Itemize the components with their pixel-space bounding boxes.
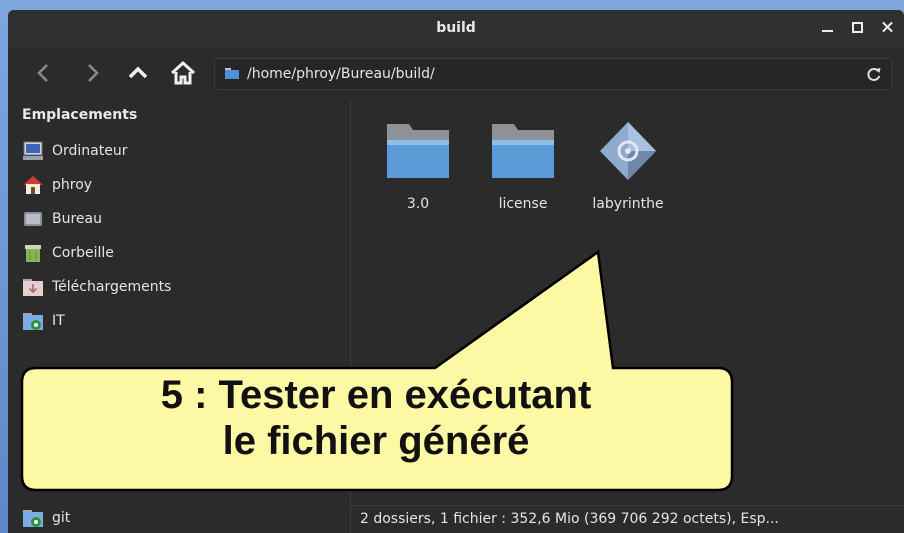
- sidebar-item-bureau[interactable]: Bureau: [22, 204, 102, 234]
- trash-icon: [25, 245, 41, 262]
- close-button[interactable]: [880, 19, 894, 35]
- title-bar[interactable]: build: [8, 10, 904, 48]
- sidebar-item-label: Bureau: [52, 211, 102, 227]
- computer-icon: [23, 141, 43, 160]
- folder-icon: [225, 68, 239, 79]
- address-path[interactable]: /home/phroy/Bureau/build/: [247, 66, 435, 82]
- sidebar-item-git[interactable]: git: [22, 503, 70, 533]
- chevron-right-icon: [88, 64, 99, 82]
- maximize-button[interactable]: [850, 19, 864, 35]
- sidebar-item-label: Ordinateur: [52, 143, 128, 159]
- home-folder-icon: [23, 176, 43, 194]
- status-bar: 2 dossiers, 1 fichier : 352,6 Mio (369 7…: [351, 505, 904, 533]
- sidebar-item-label: Corbeille: [52, 245, 114, 261]
- callout-text: 5 : Tester en exécutant le fichier génér…: [20, 372, 732, 464]
- reload-icon[interactable]: [865, 65, 883, 83]
- home-button[interactable]: [168, 58, 198, 88]
- sidebar-item-ordinateur[interactable]: Ordinateur: [22, 136, 128, 166]
- sidebar-item-phroy[interactable]: phroy: [22, 170, 92, 200]
- sidebar-item-corbeille[interactable]: Corbeille: [22, 238, 114, 268]
- status-text: 2 dossiers, 1 fichier : 352,6 Mio (369 7…: [360, 511, 779, 527]
- file-view: 3.0 license labyrinthe: [351, 100, 904, 533]
- callout-line-2: le fichier généré: [222, 419, 530, 463]
- executable-icon: [600, 122, 656, 180]
- file-name: labyrinthe: [592, 196, 664, 212]
- sidebar-item-label: Téléchargements: [52, 279, 172, 295]
- file-item-3-0[interactable]: 3.0: [368, 118, 468, 228]
- sidebar-item-label: IT: [52, 313, 65, 329]
- sidebar-item-it[interactable]: IT: [22, 306, 65, 336]
- folder-link-icon: [23, 313, 43, 330]
- window-title: build: [436, 20, 476, 36]
- callout-line-1: 5 : Tester en exécutant: [160, 373, 592, 417]
- file-name: 3.0: [406, 196, 430, 212]
- chevron-left-icon: [37, 64, 48, 82]
- folder-icon: [387, 124, 449, 178]
- sidebar-item-label: phroy: [52, 177, 93, 193]
- home-icon: [170, 60, 196, 85]
- file-item-license[interactable]: license: [473, 118, 573, 228]
- downloads-folder-icon: [23, 279, 43, 296]
- file-item-labyrinthe[interactable]: labyrinthe: [578, 118, 678, 228]
- file-name: license: [498, 196, 548, 212]
- forward-button[interactable]: [78, 58, 108, 88]
- sidebar-item-label: git: [52, 510, 71, 526]
- up-button[interactable]: [123, 58, 153, 88]
- folder-link-icon: [23, 510, 43, 527]
- folder-icon: [492, 124, 554, 178]
- address-bar[interactable]: /home/phroy/Bureau/build/: [214, 58, 892, 90]
- minimize-button[interactable]: [820, 19, 834, 35]
- desktop-icon: [24, 212, 42, 226]
- sidebar: Emplacements Ordinateur phroy Bureau Cor…: [8, 100, 351, 533]
- sidebar-item-telechargements[interactable]: Téléchargements: [22, 272, 171, 302]
- sidebar-heading: Emplacements: [22, 107, 138, 123]
- toolbar: /home/phroy/Bureau/build/: [8, 48, 904, 100]
- chevron-up-icon: [128, 66, 148, 79]
- back-button[interactable]: [28, 58, 58, 88]
